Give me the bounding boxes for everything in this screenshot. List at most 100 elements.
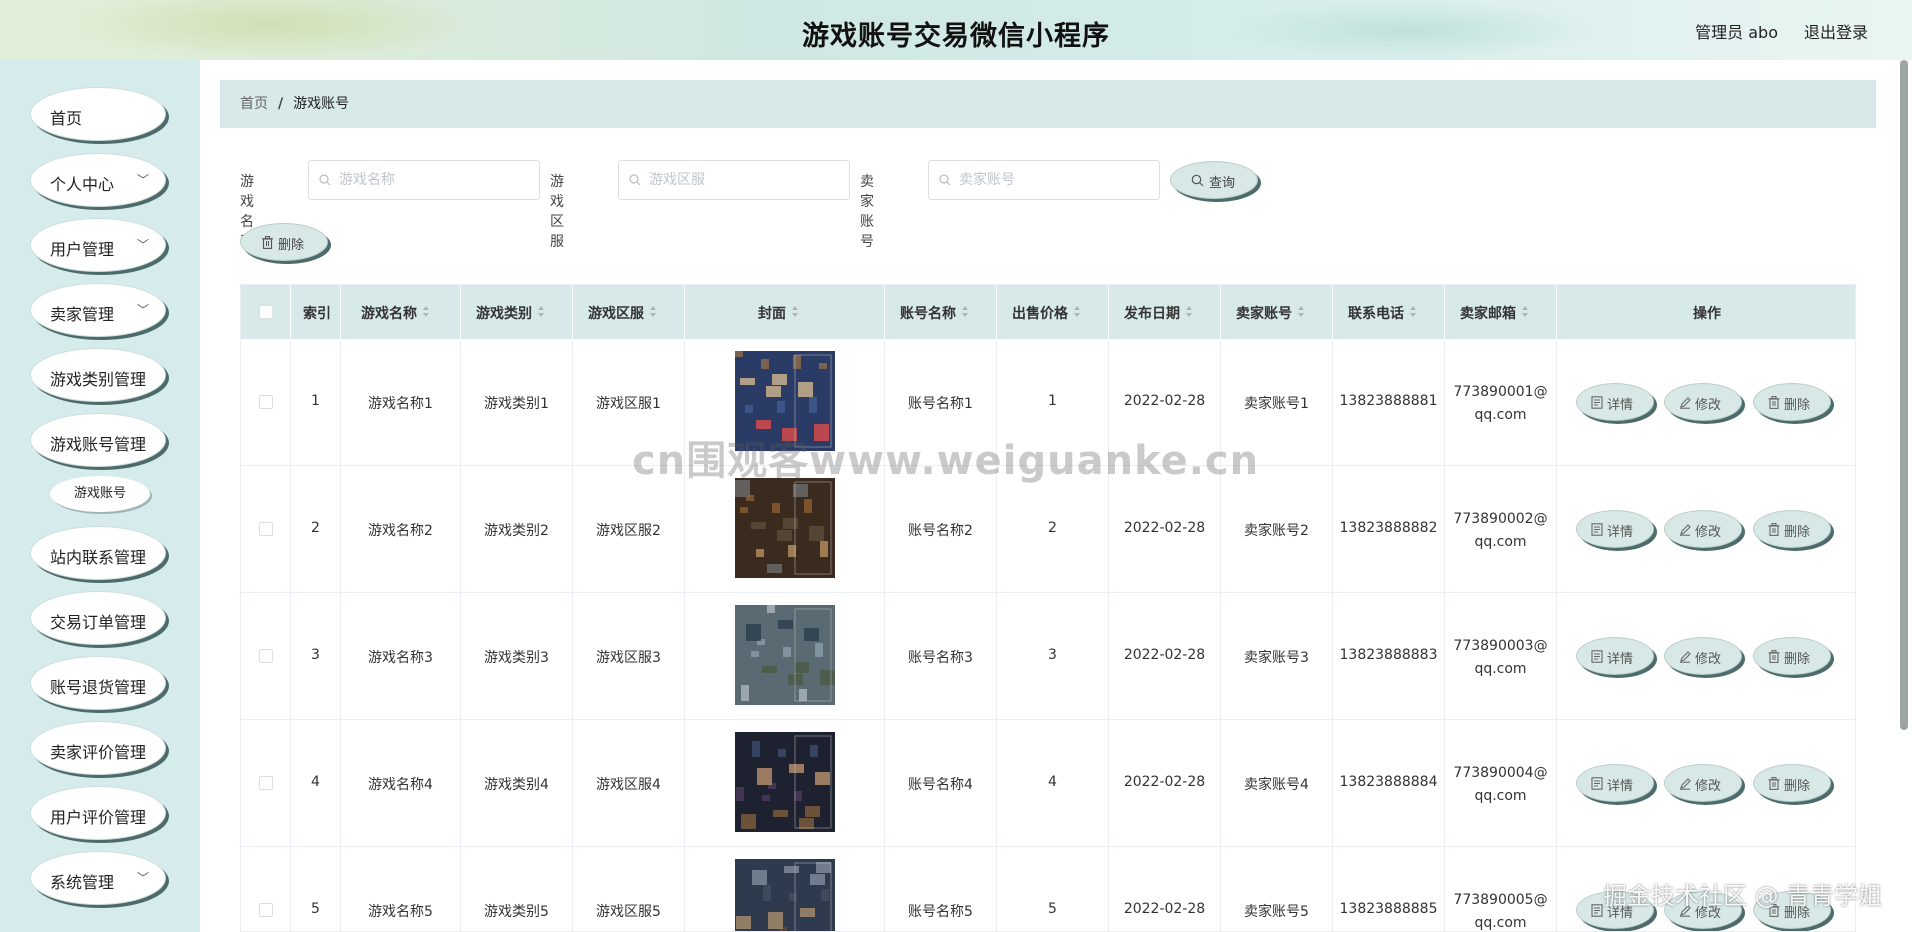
cell-text: 卖家账号4 — [1244, 777, 1309, 793]
edit-button[interactable]: 修改 — [1664, 383, 1742, 421]
column-header[interactable]: 游戏类别 — [461, 285, 573, 339]
cell-text: qq.com — [1474, 788, 1527, 804]
sidebar-item-seller-reviews[interactable]: 卖家评价管理 — [30, 721, 166, 775]
column-header[interactable]: 卖家账号 — [1221, 285, 1333, 339]
sidebar-item-sellers[interactable]: 卖家管理 ﹀ — [30, 283, 166, 337]
row-checkbox[interactable] — [259, 776, 273, 790]
row-checkbox[interactable] — [259, 395, 273, 409]
sidebar-item-messages[interactable]: 站内联系管理 — [30, 526, 166, 580]
column-header: 操作 — [1557, 285, 1855, 339]
sort-icon[interactable] — [1185, 306, 1193, 318]
edit-button[interactable]: 修改 — [1664, 764, 1742, 802]
sidebar-item-users[interactable]: 用户管理 ﹀ — [30, 218, 166, 272]
detail-button[interactable]: 详情 — [1576, 510, 1654, 548]
logout-link[interactable]: 退出登录 — [1804, 19, 1868, 43]
game-name-input[interactable] — [339, 161, 534, 199]
detail-button-label: 详情 — [1607, 398, 1634, 413]
sidebar-item-home[interactable]: 首页 — [30, 87, 166, 141]
delete-button[interactable]: 删除 — [1753, 764, 1831, 802]
cell-text: 3 — [311, 647, 320, 663]
cell-text: 13823888883 — [1339, 647, 1438, 663]
sidebar-item-orders[interactable]: 交易订单管理 — [30, 591, 166, 645]
sort-icon[interactable] — [649, 306, 657, 318]
edit-button[interactable]: 修改 — [1664, 637, 1742, 675]
delete-button-label: 删除 — [1784, 398, 1811, 413]
sidebar-item-label: 系统管理 — [50, 873, 115, 892]
query-button-label: 查询 — [1209, 176, 1236, 191]
detail-button-label: 详情 — [1607, 779, 1634, 794]
seller-account-input[interactable] — [959, 161, 1154, 199]
game-name-search[interactable] — [308, 160, 540, 200]
edit-button-label: 修改 — [1695, 652, 1722, 667]
sidebar-item-label: 个人中心 — [50, 175, 115, 194]
edit-button-label: 修改 — [1695, 398, 1722, 413]
edit-button-label: 修改 — [1695, 525, 1722, 540]
select-all-checkbox[interactable] — [259, 305, 273, 319]
column-header[interactable]: 账号名称 — [885, 285, 997, 339]
sort-icon[interactable] — [1409, 306, 1417, 318]
delete-button-label: 删除 — [278, 238, 305, 253]
sidebar-item-game-accounts[interactable]: 游戏账号管理 — [30, 413, 166, 467]
column-header[interactable]: 封面 — [685, 285, 885, 339]
column-header-label: 游戏名称 — [361, 306, 417, 322]
game-server-search[interactable] — [618, 160, 850, 200]
document-icon — [1591, 777, 1603, 790]
cover-image[interactable] — [735, 732, 835, 832]
cover-image[interactable] — [735, 605, 835, 705]
column-header-label: 账号名称 — [900, 306, 956, 322]
column-header[interactable]: 卖家邮箱 — [1445, 285, 1557, 339]
column-header[interactable]: 联系电话 — [1333, 285, 1445, 339]
detail-button[interactable]: 详情 — [1576, 637, 1654, 675]
column-header[interactable]: 出售价格 — [997, 285, 1109, 339]
sort-icon[interactable] — [791, 306, 799, 318]
cell-text: 2022-02-28 — [1123, 520, 1206, 536]
cover-image[interactable] — [735, 859, 835, 931]
row-checkbox[interactable] — [259, 522, 273, 536]
batch-delete-button[interactable]: 删除 — [240, 223, 328, 261]
game-server-input[interactable] — [649, 161, 844, 199]
column-header[interactable]: 游戏区服 — [573, 285, 685, 339]
column-header[interactable]: 游戏名称 — [341, 285, 461, 339]
cover-image[interactable] — [735, 478, 835, 578]
cover-thumbnail — [735, 478, 835, 578]
seller-account-label: 卖家账号 — [860, 174, 874, 250]
sidebar-subitem-game-account[interactable]: 游戏账号 — [50, 476, 150, 512]
detail-button[interactable]: 详情 — [1576, 764, 1654, 802]
delete-button[interactable]: 删除 — [1753, 383, 1831, 421]
query-button[interactable]: 查询 — [1170, 161, 1258, 199]
sort-icon[interactable] — [1297, 306, 1305, 318]
vertical-scrollbar[interactable] — [1900, 60, 1908, 730]
table-row: 4 游戏名称4 游戏类别4 游戏区服4 账号名称4 4 2022-02-28 卖家账号4 138… — [241, 720, 1855, 847]
index-cell: 4 — [291, 720, 341, 847]
delete-button[interactable]: 删除 — [1753, 637, 1831, 675]
sort-icon[interactable] — [1521, 306, 1529, 318]
sidebar-item-user-reviews[interactable]: 用户评价管理 — [30, 786, 166, 840]
seller-account-search[interactable] — [928, 160, 1160, 200]
sort-icon[interactable] — [537, 306, 545, 318]
row-checkbox[interactable] — [259, 649, 273, 663]
cell-text: 游戏区服3 — [596, 650, 661, 666]
detail-button[interactable]: 详情 — [1576, 383, 1654, 421]
sort-icon[interactable] — [961, 306, 969, 318]
column-header[interactable]: 发布日期 — [1109, 285, 1221, 339]
cell-text: 13823888881 — [1339, 393, 1438, 409]
sort-icon[interactable] — [1073, 306, 1081, 318]
row-checkbox[interactable] — [259, 903, 273, 917]
edit-button[interactable]: 修改 — [1664, 510, 1742, 548]
sort-icon[interactable] — [422, 306, 430, 318]
index-cell: 3 — [291, 593, 341, 720]
sidebar-item-profile[interactable]: 个人中心 ﹀ — [30, 153, 166, 207]
game_name-cell: 游戏名称5 — [341, 847, 461, 931]
breadcrumb-home[interactable]: 首页 — [240, 96, 268, 112]
sidebar-item-label: 用户评价管理 — [50, 808, 147, 827]
phone-cell: 13823888881 — [1333, 339, 1445, 466]
sidebar-item-returns[interactable]: 账号退货管理 — [30, 656, 166, 710]
sidebar-item-system[interactable]: 系统管理 ﹀ — [30, 851, 166, 905]
sidebar-item-game-categories[interactable]: 游戏类别管理 — [30, 348, 166, 402]
document-icon — [1591, 396, 1603, 409]
sidebar-item-label: 账号退货管理 — [50, 678, 147, 697]
sidebar-item-label: 首页 — [50, 109, 83, 128]
delete-button[interactable]: 删除 — [1753, 510, 1831, 548]
column-header-label: 索引 — [303, 306, 331, 322]
edit-button-label: 修改 — [1695, 779, 1722, 794]
